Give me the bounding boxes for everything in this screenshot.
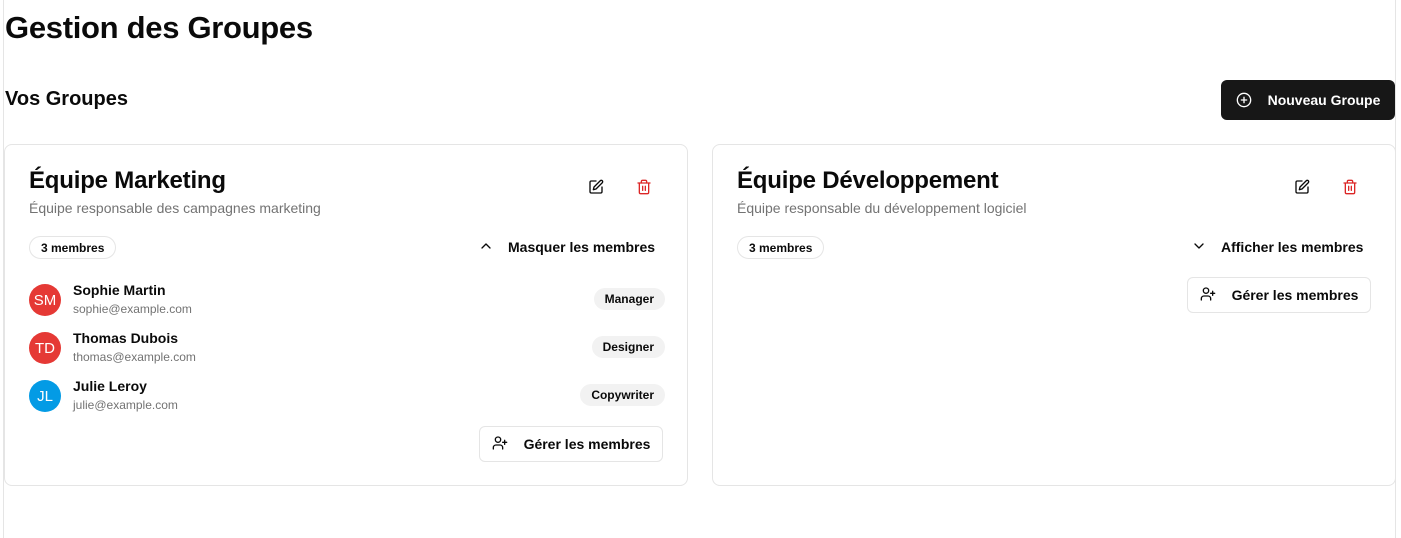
member-count-badge: 3 membres [29, 236, 117, 259]
user-plus-icon [492, 435, 508, 454]
toggle-members-button[interactable]: Masquer les membres [478, 235, 655, 259]
edit-group-button[interactable] [584, 177, 608, 201]
member-row: TD Thomas Dubois thomas@example.com Desi… [29, 330, 665, 366]
toggle-members-label: Afficher les membres [1221, 239, 1364, 255]
chevron-up-icon [478, 238, 494, 257]
trash-icon [636, 179, 652, 200]
member-name: Sophie Martin [73, 282, 166, 298]
group-card-developpement: Équipe Développement Équipe responsable … [712, 144, 1396, 486]
group-title: Équipe Développement [737, 167, 999, 194]
manage-members-label: Gérer les membres [1231, 287, 1359, 303]
role-badge: Designer [591, 336, 665, 358]
section-title: Vos Groupes [5, 88, 128, 110]
member-email: thomas@example.com [73, 350, 196, 364]
user-plus-icon [1200, 286, 1216, 305]
group-description: Équipe responsable du développement logi… [737, 200, 1027, 216]
member-count-badge: 3 membres [737, 236, 825, 259]
edit-group-button[interactable] [1290, 177, 1314, 201]
group-card-marketing: Équipe Marketing Équipe responsable des … [4, 144, 688, 486]
plus-circle-icon [1236, 92, 1252, 108]
delete-group-button[interactable] [1338, 177, 1362, 201]
edit-icon [1294, 179, 1310, 200]
toggle-members-label: Masquer les membres [508, 239, 656, 255]
member-name: Thomas Dubois [73, 330, 179, 346]
chevron-down-icon [1191, 238, 1207, 257]
role-badge: Manager [593, 288, 665, 310]
avatar: SM [29, 284, 61, 316]
page-title: Gestion des Groupes [5, 10, 313, 45]
member-row: JL Julie Leroy julie@example.com Copywri… [29, 378, 665, 414]
new-group-button[interactable]: Nouveau Groupe [1221, 80, 1395, 120]
toggle-members-button[interactable]: Afficher les membres [1191, 235, 1363, 259]
member-row: SM Sophie Martin sophie@example.com Mana… [29, 282, 665, 318]
group-description: Équipe responsable des campagnes marketi… [29, 200, 321, 216]
manage-members-label: Gérer les membres [523, 436, 651, 452]
manage-members-button[interactable]: Gérer les membres [1187, 277, 1371, 313]
avatar: TD [29, 332, 61, 364]
avatar: JL [29, 380, 61, 412]
delete-group-button[interactable] [632, 177, 656, 201]
member-email: julie@example.com [73, 398, 178, 412]
trash-icon [1342, 179, 1358, 200]
manage-members-button[interactable]: Gérer les membres [479, 426, 663, 462]
member-name: Julie Leroy [73, 378, 147, 394]
role-badge: Copywriter [580, 384, 665, 406]
new-group-label: Nouveau Groupe [1267, 92, 1381, 108]
member-email: sophie@example.com [73, 302, 192, 316]
edit-icon [588, 179, 604, 200]
group-title: Équipe Marketing [29, 167, 226, 194]
